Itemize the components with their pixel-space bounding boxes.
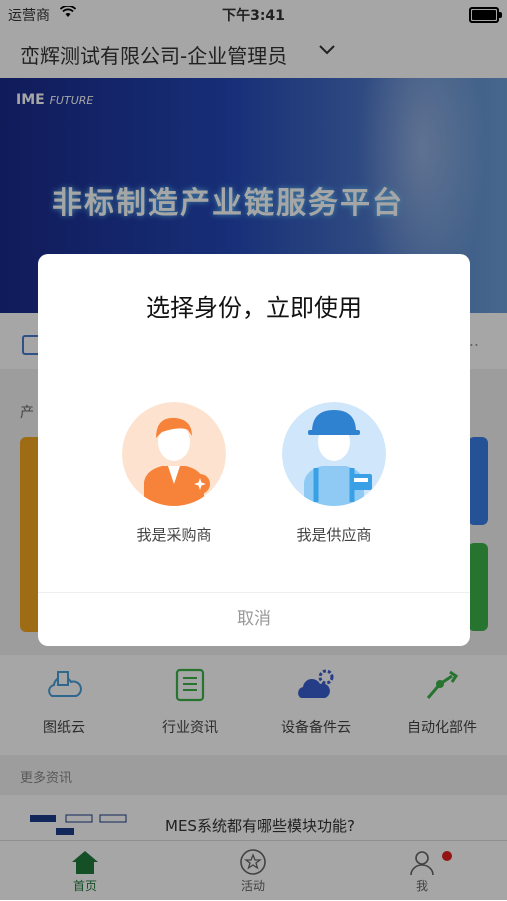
dialog-title: 选择身份，立即使用 [146,294,362,322]
cancel-button[interactable]: 取消 [38,592,470,646]
buyer-option[interactable]: 我是采购商 [104,402,244,545]
supplier-label: 我是供应商 [296,526,372,544]
buyer-label: 我是采购商 [136,526,212,544]
supplier-avatar-icon [282,402,386,506]
buyer-avatar-icon [122,402,226,506]
identity-dialog: 选择身份，立即使用 我是采购商 我是供应商 取消 [38,254,470,646]
supplier-option[interactable]: 我是供应商 [264,402,404,545]
